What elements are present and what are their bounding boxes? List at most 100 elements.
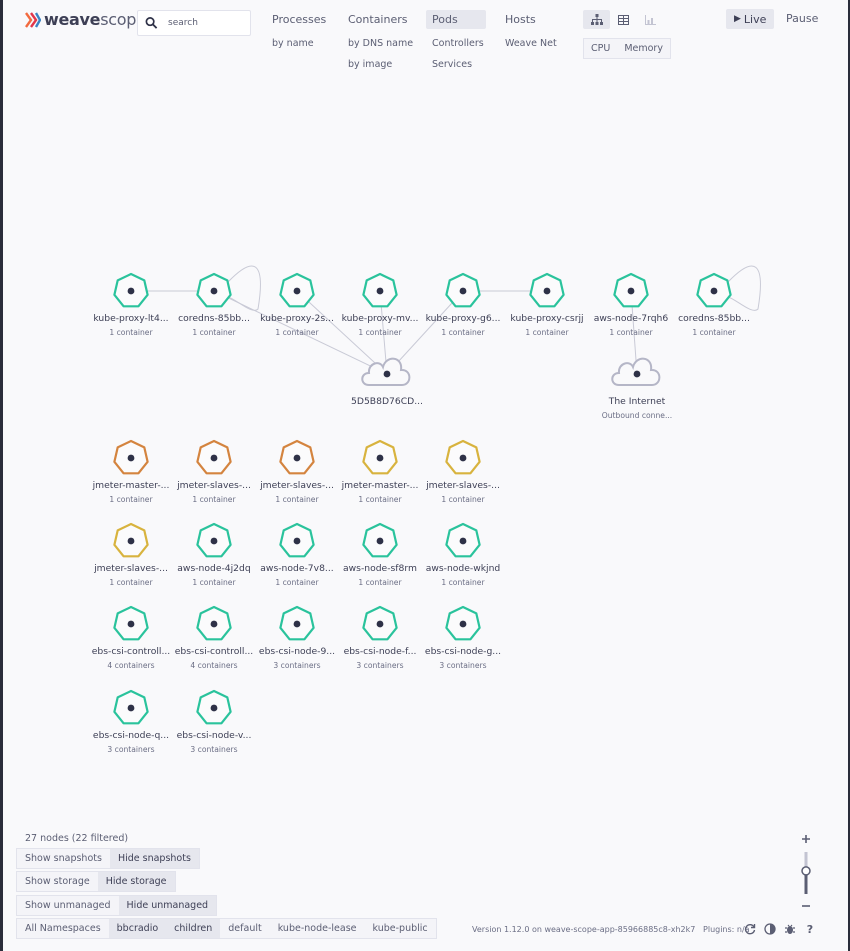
node-sublabel: 4 containers: [190, 661, 237, 670]
namespace-all[interactable]: All Namespaces: [17, 919, 109, 938]
graph-node-pod[interactable]: kube-proxy-mv... 1 container: [342, 272, 419, 337]
node-center-dot: [383, 370, 391, 378]
bug-icon[interactable]: [783, 922, 797, 936]
graph-node-pod[interactable]: jmeter-master-... 1 container: [92, 439, 170, 504]
node-center-dot: [376, 287, 384, 295]
version-info: Version 1.12.0 on weave-scope-app-859668…: [472, 925, 750, 934]
zoom-in-button[interactable]: [802, 835, 810, 843]
node-label: ebs-csi-node-q...: [93, 730, 169, 741]
node-label: jmeter-slaves-...: [259, 480, 334, 491]
graph-node-pod[interactable]: ebs-csi-controll... 4 containers: [175, 605, 253, 670]
node-center-dot: [627, 287, 635, 295]
namespace-children[interactable]: children: [166, 919, 221, 938]
node-sublabel: 1 container: [692, 328, 736, 337]
graph-node-pod[interactable]: aws-node-wkjnd 1 container: [426, 522, 501, 587]
graph-node-pod[interactable]: kube-proxy-g6... 1 container: [426, 272, 501, 337]
hide-unmanaged-button[interactable]: Hide unmanaged: [118, 896, 217, 915]
node-center-dot: [127, 454, 135, 462]
graph-node-pod[interactable]: ebs-csi-node-f... 3 containers: [344, 605, 417, 670]
node-label: jmeter-slaves-...: [425, 480, 500, 491]
graph-node-pod[interactable]: coredns-85bb... 1 container: [178, 265, 261, 337]
graph-node-pod[interactable]: jmeter-slaves-... 1 container: [93, 522, 168, 587]
namespace-selector: All Namespaces bbcradio children default…: [16, 918, 437, 939]
node-label: kube-proxy-csrjj: [510, 313, 583, 324]
node-label: aws-node-wkjnd: [426, 563, 501, 574]
node-center-dot: [459, 620, 467, 628]
graph-node-pod[interactable]: kube-proxy-csrjj 1 container: [510, 272, 584, 337]
node-label: 5D5B8D76CD...: [351, 396, 423, 407]
node-sublabel: 1 container: [275, 328, 319, 337]
footer-actions: ?: [743, 922, 817, 936]
node-sublabel: 3 containers: [107, 745, 154, 754]
self-loop-edge: [727, 265, 761, 311]
graph-node-cloud[interactable]: The Internet Outbound conne...: [602, 357, 672, 420]
topology-graph: kube-proxy-lt4...1 containercoredns-85bb…: [92, 265, 761, 754]
node-center-dot: [127, 704, 135, 712]
node-sublabel: 1 container: [609, 328, 653, 337]
namespace-default[interactable]: default: [220, 919, 269, 938]
node-label: kube-proxy-g6...: [426, 313, 501, 324]
node-label: ebs-csi-controll...: [175, 646, 253, 657]
contrast-icon[interactable]: [763, 922, 777, 936]
graph-node-pod[interactable]: aws-node-4j2dq 1 container: [177, 522, 251, 587]
node-label: ebs-csi-node-g...: [425, 646, 501, 657]
node-sublabel: 1 container: [109, 328, 153, 337]
app-frame: weavescope Processes by name Containers …: [3, 0, 848, 951]
graph-node-pod[interactable]: kube-proxy-lt4... 1 container: [93, 272, 169, 337]
storage-toggle: Show storage Hide storage: [16, 871, 176, 892]
graph-nodes: kube-proxy-lt4...1 containercoredns-85bb…: [92, 265, 761, 754]
node-label: jmeter-master-...: [92, 480, 170, 491]
node-label: ebs-csi-node-9...: [259, 646, 335, 657]
graph-node-pod[interactable]: aws-node-sf8rm 1 container: [343, 522, 417, 587]
node-center-dot: [210, 287, 218, 295]
node-sublabel: 1 container: [109, 495, 153, 504]
self-loop-edge: [227, 265, 261, 311]
snapshots-toggle: Show snapshots Hide snapshots: [16, 848, 200, 869]
namespace-bbcradio[interactable]: bbcradio: [108, 919, 167, 938]
node-label: kube-proxy-mv...: [342, 313, 419, 324]
node-sublabel: 1 container: [275, 578, 319, 587]
node-center-dot: [376, 537, 384, 545]
graph-node-pod[interactable]: ebs-csi-node-v... 3 containers: [177, 689, 252, 754]
node-center-dot: [376, 620, 384, 628]
show-snapshots-button[interactable]: Show snapshots: [17, 849, 110, 868]
help-icon[interactable]: ?: [803, 922, 817, 936]
refresh-icon[interactable]: [743, 922, 757, 936]
node-center-dot: [127, 620, 135, 628]
graph-node-pod[interactable]: aws-node-7rqh6 1 container: [594, 272, 669, 337]
node-center-dot: [459, 287, 467, 295]
show-unmanaged-button[interactable]: Show unmanaged: [17, 896, 119, 915]
graph-node-pod[interactable]: kube-proxy-2s... 1 container: [260, 272, 334, 337]
namespace-kube-public[interactable]: kube-public: [365, 919, 436, 938]
node-label: jmeter-slaves-...: [93, 563, 168, 574]
node-center-dot: [210, 537, 218, 545]
hide-storage-button[interactable]: Hide storage: [97, 872, 175, 891]
graph-node-pod[interactable]: ebs-csi-node-q... 3 containers: [93, 689, 169, 754]
node-label: aws-node-4j2dq: [177, 563, 250, 574]
hide-snapshots-button[interactable]: Hide snapshots: [109, 849, 199, 868]
graph-node-pod[interactable]: aws-node-7v8... 1 container: [260, 522, 334, 587]
graph-node-pod[interactable]: ebs-csi-node-9... 3 containers: [259, 605, 335, 670]
zoom-slider-thumb[interactable]: [801, 866, 811, 876]
unmanaged-toggle: Show unmanaged Hide unmanaged: [16, 895, 218, 916]
graph-node-pod[interactable]: jmeter-slaves-... 1 container: [259, 439, 334, 504]
graph-node-cloud[interactable]: 5D5B8D76CD...: [351, 357, 423, 407]
namespace-kube-node-lease[interactable]: kube-node-lease: [270, 919, 365, 938]
graph-node-pod[interactable]: coredns-85bb... 1 container: [678, 265, 761, 337]
node-label: ebs-csi-controll...: [92, 646, 170, 657]
graph-node-pod[interactable]: jmeter-master-... 1 container: [341, 439, 419, 504]
zoom-control: [801, 835, 811, 907]
graph-node-pod[interactable]: ebs-csi-node-g... 3 containers: [425, 605, 501, 670]
node-count: 27 nodes (22 filtered): [25, 833, 129, 844]
node-center-dot: [293, 620, 301, 628]
node-center-dot: [710, 287, 718, 295]
node-center-dot: [127, 287, 135, 295]
graph-node-pod[interactable]: jmeter-slaves-... 1 container: [176, 439, 251, 504]
node-sublabel: 3 containers: [356, 661, 403, 670]
graph-node-pod[interactable]: ebs-csi-controll... 4 containers: [92, 605, 170, 670]
node-label: coredns-85bb...: [178, 313, 250, 324]
graph-node-pod[interactable]: jmeter-slaves-... 1 container: [425, 439, 500, 504]
node-sublabel: 1 container: [192, 578, 236, 587]
node-label: aws-node-7v8...: [260, 563, 333, 574]
show-storage-button[interactable]: Show storage: [17, 872, 98, 891]
